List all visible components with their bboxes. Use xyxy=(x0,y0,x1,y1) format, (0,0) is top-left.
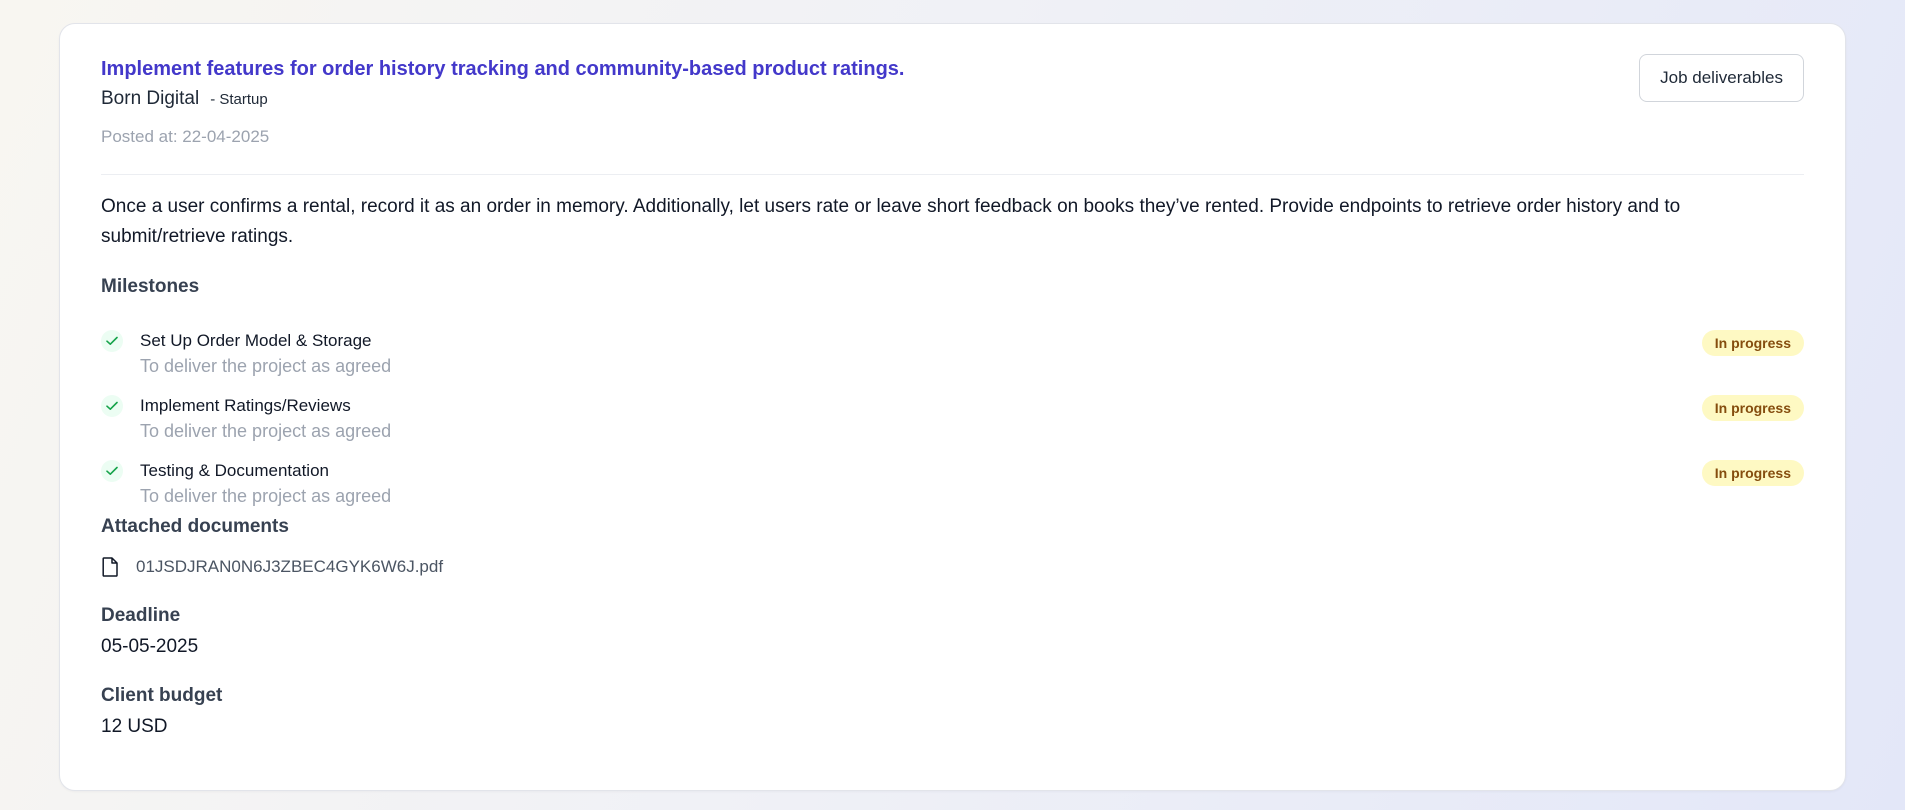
company-row: Born Digital - Startup xyxy=(101,88,268,110)
job-deliverables-button[interactable]: Job deliverables xyxy=(1639,54,1804,102)
status-badge: In progress xyxy=(1701,395,1804,421)
milestone-item: Testing & Documentation To deliver the p… xyxy=(101,460,1804,516)
milestone-title: Set Up Order Model & Storage xyxy=(140,331,372,350)
job-description: Once a user confirms a rental, record it… xyxy=(101,196,1681,247)
job-card: Implement features for order history tra… xyxy=(59,23,1846,791)
client-budget-value: 12 USD xyxy=(101,716,168,737)
deadline-heading: Deadline xyxy=(101,605,181,626)
status-badge: In progress xyxy=(1701,330,1804,356)
attached-document[interactable]: 01JSDJRAN0N6J3ZBEC4GYK6W6J.pdf xyxy=(101,556,443,578)
check-icon xyxy=(101,460,123,482)
milestone-description: To deliver the project as agreed xyxy=(140,421,392,441)
check-icon xyxy=(101,395,123,417)
header-divider xyxy=(101,174,1804,175)
milestone-title: Testing & Documentation xyxy=(140,461,329,480)
client-budget-heading: Client budget xyxy=(101,685,223,706)
company-name: Born Digital xyxy=(101,88,200,109)
check-icon xyxy=(101,330,123,352)
milestones-heading: Milestones xyxy=(101,276,200,297)
milestone-item: Implement Ratings/Reviews To deliver the… xyxy=(101,395,1804,451)
company-type: - Startup xyxy=(210,91,268,108)
milestone-description: To deliver the project as agreed xyxy=(140,356,392,376)
deadline-value: 05-05-2025 xyxy=(101,636,199,657)
milestone-title: Implement Ratings/Reviews xyxy=(140,396,351,415)
document-link[interactable]: 01JSDJRAN0N6J3ZBEC4GYK6W6J.pdf xyxy=(136,557,443,577)
attached-documents-heading: Attached documents xyxy=(101,516,289,537)
milestone-description: To deliver the project as agreed xyxy=(140,486,392,506)
milestone-item: Set Up Order Model & Storage To deliver … xyxy=(101,330,1804,386)
file-icon xyxy=(101,556,119,578)
posted-date: Posted at: 22-04-2025 xyxy=(101,127,270,146)
status-badge: In progress xyxy=(1701,460,1804,486)
job-title[interactable]: Implement features for order history tra… xyxy=(101,58,904,81)
